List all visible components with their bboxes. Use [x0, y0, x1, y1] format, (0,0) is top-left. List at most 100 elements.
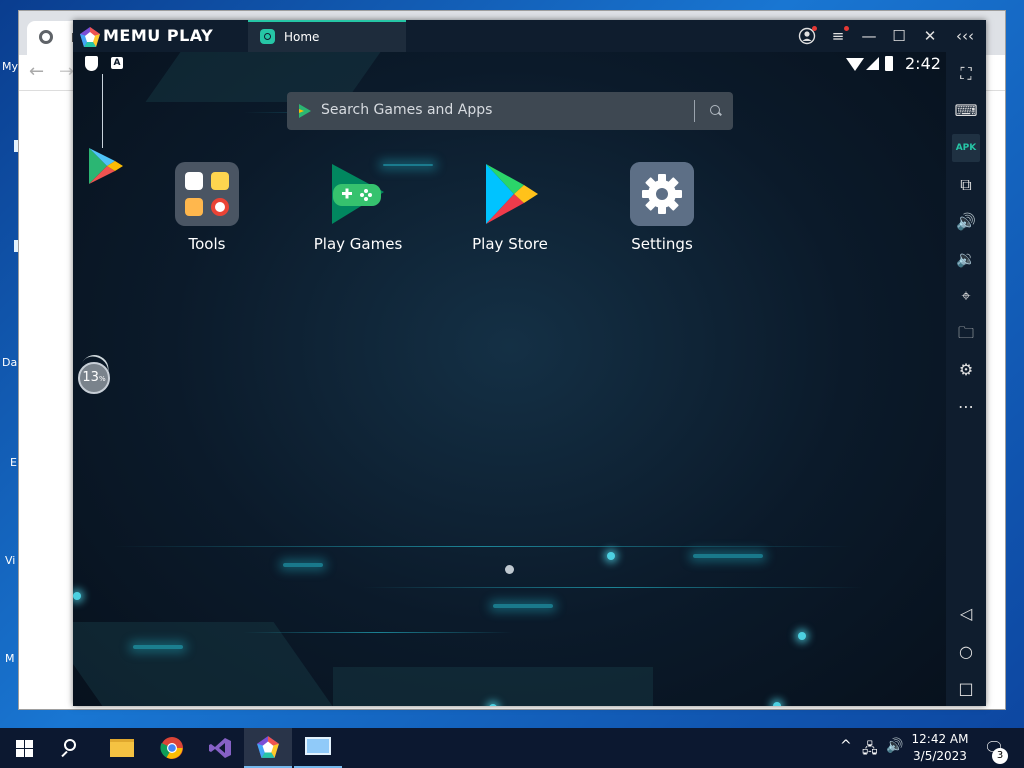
fullscreen-icon[interactable]: ⛶ [952, 60, 980, 88]
chrome-taskbar-button[interactable] [148, 728, 196, 768]
play-store-shortcut-icon[interactable] [85, 146, 125, 186]
search-divider [694, 100, 695, 122]
android-status-bar: A 2:42 [73, 52, 946, 76]
notes-mini-icon [211, 172, 229, 190]
tab-home[interactable]: Home [248, 20, 406, 52]
bg-streak [283, 563, 323, 567]
search-handle [61, 750, 68, 758]
memu-icon [257, 736, 279, 758]
bg-dot [773, 702, 781, 706]
app-play-games[interactable]: Play Games [298, 162, 418, 262]
back-arrow-icon[interactable]: ← [29, 61, 44, 82]
tools-folder-icon [175, 162, 239, 226]
app-tools[interactable]: Tools [147, 162, 267, 262]
clock-date: 3/5/2023 [913, 749, 967, 763]
chrome-icon [160, 737, 183, 759]
chrome-mini-icon [211, 198, 229, 216]
network-icon[interactable]: 🖧 [862, 738, 878, 762]
search-icon[interactable] [710, 105, 720, 115]
keyboard-a-icon: A [111, 57, 123, 69]
home-tab-icon [260, 29, 275, 44]
desktop-icon-label[interactable]: E [10, 456, 17, 469]
app-play-store[interactable]: Play Store [450, 162, 570, 262]
more-icon[interactable]: ⋯ [952, 393, 980, 421]
volume-icon[interactable]: 🔊 [886, 738, 903, 754]
windows-logo-pane [16, 740, 24, 748]
start-button[interactable] [0, 728, 48, 768]
app-label: Play Games [313, 235, 403, 253]
bg-plate [73, 622, 333, 706]
bg-streak [693, 554, 763, 558]
google-mini-icon [185, 172, 203, 190]
android-screen[interactable]: A 2:42 Search Games and Apps Tools Play … [73, 52, 946, 706]
location-icon[interactable]: ⌖ [952, 282, 980, 310]
visual-studio-icon [209, 738, 231, 758]
desktop-icon-label[interactable]: Da [2, 356, 17, 369]
show-hidden-icons-icon[interactable]: ^ [840, 738, 852, 754]
desktop-icon-label[interactable]: Vi [5, 554, 15, 567]
settings-icon[interactable]: ⚙ [952, 356, 980, 384]
memu-logo-icon [80, 27, 100, 47]
windows-logo-pane [25, 740, 33, 748]
keyboard-icon[interactable]: ⌨ [952, 97, 980, 125]
progress-value: 13 [82, 370, 99, 385]
bg-line [243, 632, 513, 633]
system-clock[interactable]: 12:42 AM 3/5/2023 [910, 731, 970, 765]
memu-brand-title: MEMU PLAY [103, 26, 214, 45]
app-settings[interactable]: Settings [602, 162, 722, 262]
collapse-sidebar-icon[interactable]: ‹‹‹ [953, 24, 977, 48]
tab-home-label: Home [284, 30, 320, 44]
play-store-icon [486, 164, 538, 224]
maximize-icon[interactable]: ☐ [887, 24, 911, 48]
windows-logo-pane [16, 749, 24, 757]
bg-streak [493, 604, 553, 608]
memu-window: MEMU PLAY Home ≡ — ☐ ✕ ‹‹‹ A 2:42 Search… [73, 20, 986, 706]
wifi-icon [846, 58, 864, 71]
app-label: Tools [188, 235, 226, 253]
volume-down-icon[interactable]: 🔉 [952, 245, 980, 273]
search-bar[interactable]: Search Games and Apps [287, 92, 733, 130]
play-store-small-icon [299, 104, 311, 118]
visual-studio-button[interactable] [196, 728, 244, 768]
memu-titlebar[interactable]: MEMU PLAY Home ≡ — ☐ ✕ ‹‹‹ [73, 20, 986, 52]
windows-taskbar: ^ 🖧 🔊 12:42 AM 3/5/2023 🗨 3 [0, 728, 1024, 768]
search-icon [64, 739, 76, 751]
app-label: Settings [631, 235, 693, 253]
bg-line [113, 546, 853, 547]
taskbar-search-button[interactable] [48, 728, 96, 768]
folder-icon [110, 739, 134, 757]
clock-time: 12:42 AM [911, 732, 969, 746]
bg-streak [133, 645, 183, 649]
bg-dot [489, 704, 497, 706]
play-games-icon [332, 164, 384, 224]
back-nav-icon[interactable]: ◁ [952, 600, 980, 628]
bg-dot [73, 592, 81, 600]
file-explorer-button[interactable] [98, 728, 146, 768]
bg-line [363, 587, 863, 588]
side-toolbar: ⛶ ⌨ APK ⧉ 🔊 🔉 ⌖ 🗀 ⚙ ⋯ ◁ ○ □ [946, 52, 986, 706]
bg-dot [798, 632, 806, 640]
volume-up-icon[interactable]: 🔊 [952, 208, 980, 236]
remote-desktop-button[interactable] [294, 728, 342, 768]
forward-arrow-icon[interactable]: → [59, 61, 74, 82]
notification-count-badge: 3 [992, 748, 1008, 764]
multi-instance-icon[interactable]: ⧉ [952, 171, 980, 199]
memory-cleaner-button[interactable]: 13% [78, 362, 110, 394]
close-icon[interactable]: ✕ [918, 24, 942, 48]
recents-nav-icon[interactable]: □ [952, 675, 980, 703]
shield-icon [85, 56, 98, 71]
desktop-icon-label[interactable]: M [5, 652, 15, 665]
desktop-icon-label[interactable]: My [2, 60, 18, 73]
home-nav-icon[interactable]: ○ [952, 638, 980, 666]
app-label: Play Store [472, 235, 548, 253]
chrome-icon [39, 30, 53, 44]
bg-dot [607, 552, 615, 560]
folder-icon[interactable]: 🗀 [952, 319, 980, 347]
minimize-icon[interactable]: — [857, 24, 881, 48]
progress-unit: % [98, 375, 106, 383]
page-indicator-dot [505, 565, 514, 574]
settings-gear-icon [630, 162, 694, 226]
battery-icon [885, 56, 893, 71]
memu-taskbar-button[interactable] [244, 728, 292, 768]
apk-install-icon[interactable]: APK [952, 134, 980, 162]
